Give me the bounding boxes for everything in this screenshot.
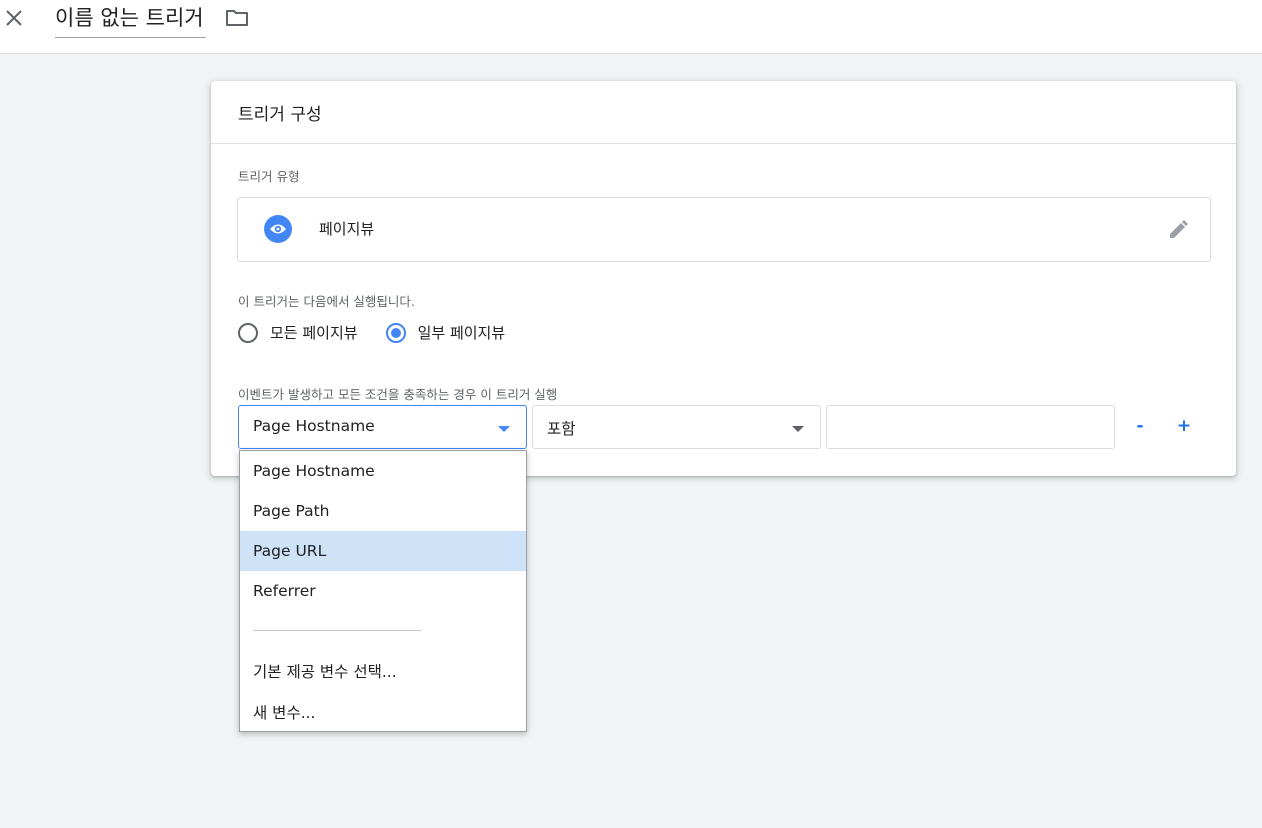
trigger-type-selector[interactable]: 페이지뷰 xyxy=(237,197,1211,262)
dropdown-divider xyxy=(253,630,421,631)
add-condition-button[interactable]: + xyxy=(1169,411,1199,441)
fires-on-radio-group: 모든 페이지뷰 일부 페이지뷰 xyxy=(238,322,533,343)
trigger-type-label: 트리거 유형 xyxy=(238,169,300,184)
close-icon[interactable] xyxy=(2,6,26,30)
dropdown-item-page-hostname[interactable]: Page Hostname xyxy=(240,451,526,491)
dropdown-item-page-path[interactable]: Page Path xyxy=(240,491,526,531)
dropdown-item-page-url[interactable]: Page URL xyxy=(240,531,526,571)
trigger-type-name: 페이지뷰 xyxy=(319,220,375,238)
operator-select-value: 포함 xyxy=(547,420,576,438)
condition-label: 이벤트가 발생하고 모든 조건을 충족하는 경우 이 트리거 실행 xyxy=(238,387,558,402)
radio-label: 일부 페이지뷰 xyxy=(417,324,506,342)
top-bar: 이름 없는 트리거 xyxy=(0,0,1262,54)
card-title: 트리거 구성 xyxy=(211,81,1236,144)
variable-select[interactable]: Page Hostname xyxy=(238,405,527,449)
pencil-icon[interactable] xyxy=(1166,218,1190,242)
radio-label: 모든 페이지뷰 xyxy=(270,324,358,342)
radio-all-pageviews[interactable]: 모든 페이지뷰 xyxy=(238,322,358,343)
dropdown-item-new-variable[interactable]: 새 변수... xyxy=(240,693,526,733)
chevron-down-icon xyxy=(498,426,510,432)
trigger-config-card: 트리거 구성 트리거 유형 페이지뷰 이 트리거는 다음에서 실행됩니다. 모든… xyxy=(211,81,1236,476)
radio-checked-icon xyxy=(385,322,406,343)
fires-on-label: 이 트리거는 다음에서 실행됩니다. xyxy=(238,294,415,309)
remove-condition-button[interactable]: - xyxy=(1125,411,1155,441)
trigger-name-input[interactable]: 이름 없는 트리거 xyxy=(55,3,206,38)
chevron-down-icon xyxy=(792,426,804,432)
eye-icon xyxy=(264,215,292,243)
radio-circle-icon xyxy=(238,322,258,343)
radio-some-pageviews[interactable]: 일부 페이지뷰 xyxy=(385,322,506,343)
condition-value-input[interactable] xyxy=(826,405,1115,449)
dropdown-item-builtin-variables[interactable]: 기본 제공 변수 선택... xyxy=(240,652,526,692)
operator-select[interactable]: 포함 xyxy=(532,405,821,449)
folder-icon[interactable] xyxy=(225,6,249,30)
variable-select-value: Page Hostname xyxy=(253,417,375,435)
dropdown-item-referrer[interactable]: Referrer xyxy=(240,571,526,611)
variable-dropdown-menu: Page Hostname Page Path Page URL Referre… xyxy=(239,450,527,732)
